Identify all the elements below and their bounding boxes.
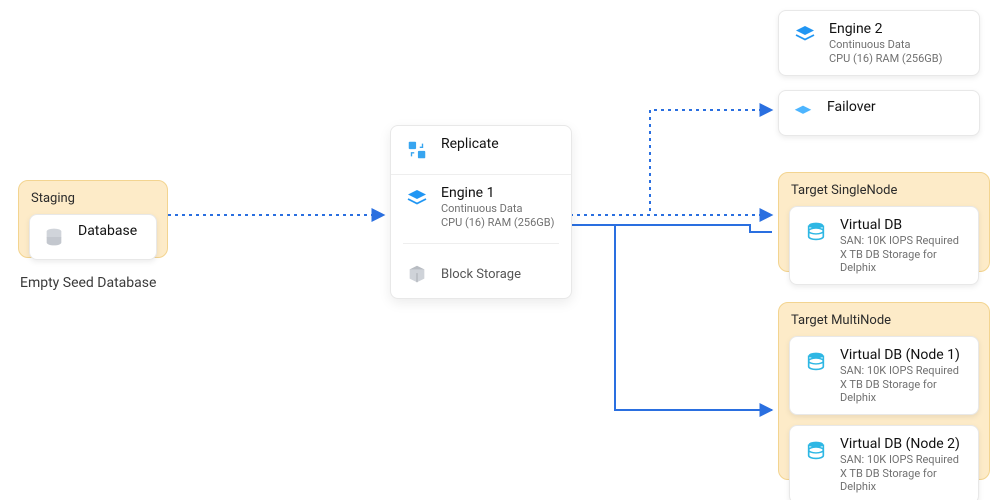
engine-panel: Replicate Engine 1 Continuous Data CPU (… [390, 125, 572, 299]
target-single-title: Target SingleNode [789, 183, 979, 198]
replicate-icon [403, 136, 431, 164]
staging-database-card: Database [29, 214, 157, 260]
staging-group: Staging Database [18, 180, 168, 258]
staging-group-title: Staging [29, 191, 157, 206]
engine2-title: Engine 2 [829, 21, 942, 37]
vdb-single-sub1: SAN: 10K IOPS Required [840, 234, 966, 247]
vdb-node2-sub2: X TB DB Storage for Delphix [840, 467, 966, 493]
engine1-title: Engine 1 [441, 185, 554, 201]
engine-icon [403, 185, 431, 213]
target-multi-title: Target MultiNode [789, 313, 979, 328]
target-multi-group: Target MultiNode Virtual DB (Node 1) SAN… [778, 302, 990, 480]
divider [403, 243, 559, 244]
replicate-label: Replicate [441, 136, 499, 152]
failover-title: Failover [827, 99, 876, 115]
failover-icon [789, 99, 817, 127]
engine1-sub1: Continuous Data [441, 202, 554, 215]
staging-caption: Empty Seed Database [20, 275, 156, 291]
engine-icon [791, 21, 819, 49]
replicate-segment: Replicate [391, 126, 571, 174]
vdb-single-title: Virtual DB [840, 217, 966, 233]
block-storage-label: Block Storage [441, 267, 521, 282]
failover-card: Failover [778, 90, 980, 136]
vdb-node1-sub2: X TB DB Storage for Delphix [840, 378, 966, 404]
diagram-canvas: Staging Database Empty Seed Database Rep… [0, 0, 1007, 500]
database-icon [40, 223, 68, 251]
engine1-segment: Engine 1 Continuous Data CPU (16) RAM (2… [391, 174, 571, 298]
vdb-node1-sub1: SAN: 10K IOPS Required [840, 364, 966, 377]
vdb-node2-title: Virtual DB (Node 2) [840, 436, 966, 452]
virtual-db-node1-card: Virtual DB (Node 1) SAN: 10K IOPS Requir… [789, 336, 979, 415]
virtual-db-icon [802, 347, 830, 375]
engine1-sub2: CPU (16) RAM (256GB) [441, 216, 554, 229]
staging-database-title: Database [78, 223, 137, 239]
vdb-single-sub2: X TB DB Storage for Delphix [840, 248, 966, 274]
engine2-sub1: Continuous Data [829, 38, 942, 51]
target-single-group: Target SingleNode Virtual DB SAN: 10K IO… [778, 172, 990, 272]
virtual-db-icon [802, 436, 830, 464]
engine2-card: Engine 2 Continuous Data CPU (16) RAM (2… [778, 10, 980, 76]
block-storage-icon [403, 260, 431, 288]
virtual-db-node2-card: Virtual DB (Node 2) SAN: 10K IOPS Requir… [789, 425, 979, 500]
vdb-node2-sub1: SAN: 10K IOPS Required [840, 453, 966, 466]
vdb-node1-title: Virtual DB (Node 1) [840, 347, 966, 363]
virtual-db-icon [802, 217, 830, 245]
engine2-sub2: CPU (16) RAM (256GB) [829, 52, 942, 65]
virtual-db-single-card: Virtual DB SAN: 10K IOPS Required X TB D… [789, 206, 979, 285]
